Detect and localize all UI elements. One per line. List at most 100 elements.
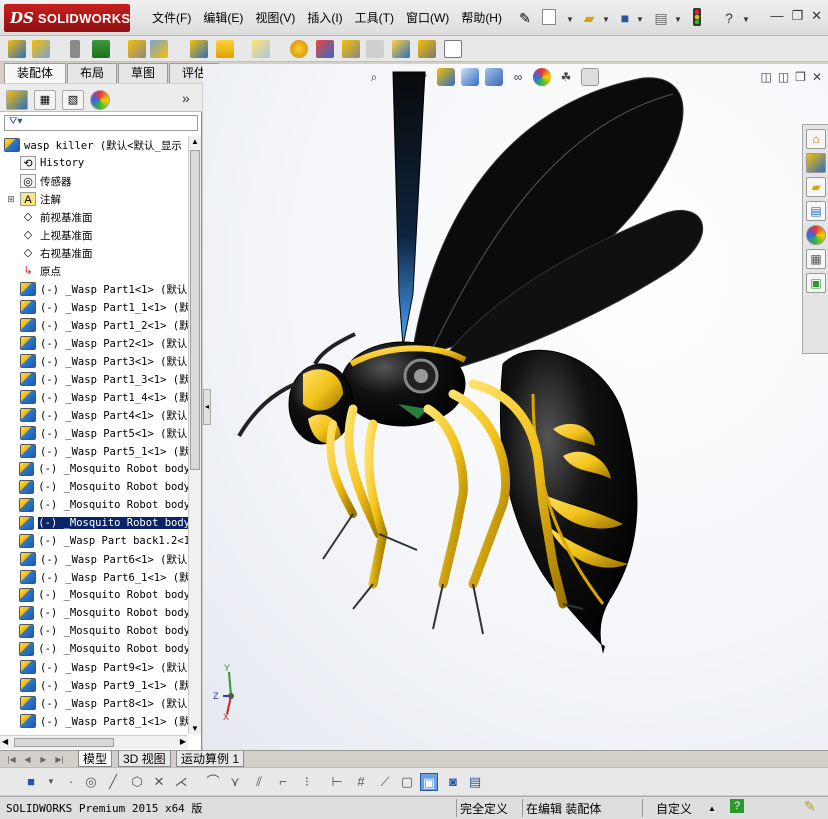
tree-node[interactable]: ◎ 传感器 <box>0 172 188 190</box>
tree-node[interactable]: (-) _Wasp Part1_4<1> (默 <box>0 388 188 406</box>
exploded-view-icon[interactable] <box>342 40 360 58</box>
interference-detection-icon[interactable] <box>392 40 410 58</box>
assembly-features-icon[interactable] <box>216 40 234 58</box>
expand-panel-icon[interactable]: » <box>182 90 190 106</box>
chevron-down-icon[interactable]: ▼ <box>742 15 750 24</box>
line-icon[interactable]: ╱ <box>104 773 122 791</box>
scroll-thumb[interactable] <box>14 738 114 747</box>
tree-node[interactable]: (-) _Mosquito Robot body <box>0 478 188 496</box>
expand-toggle[interactable]: ⊞ <box>6 194 16 205</box>
tree-node[interactable]: (-) _Mosquito Robot body <box>0 622 188 640</box>
notification-icon[interactable]: ✎ <box>804 798 816 815</box>
corner-icon[interactable]: ⌐ <box>274 773 292 791</box>
tab-layout[interactable]: 布局 <box>67 63 118 83</box>
menu-item-1[interactable]: 编辑(E) <box>197 9 249 26</box>
tree-node[interactable]: (-) _Wasp Part8<1> (默认 <box>0 694 188 712</box>
chevron-down-icon[interactable]: ▼ <box>42 773 60 791</box>
menu-item-5[interactable]: 窗口(W) <box>400 9 455 26</box>
shaded-display-icon[interactable]: ▣ <box>420 773 438 791</box>
display-manager-icon[interactable] <box>90 90 110 110</box>
chevron-down-icon[interactable]: ▼ <box>674 15 682 24</box>
tab-motion-study[interactable]: 运动算例 1 <box>176 751 245 767</box>
first-tab-icon[interactable]: |◀ <box>6 753 17 766</box>
tree-node[interactable]: (-) _Wasp Part9_1<1> (默 <box>0 676 188 694</box>
camera-icon[interactable]: ◙ <box>444 773 462 791</box>
tree-node[interactable]: (-) _Wasp Part1_3<1> (默 <box>0 370 188 388</box>
dimension-icon[interactable]: ⊢ <box>328 773 346 791</box>
trim-icon[interactable]: ✕ <box>150 773 168 791</box>
wasp-model-render[interactable] <box>203 64 828 750</box>
move-component-icon[interactable] <box>150 40 168 58</box>
tree-node[interactable]: (-) _Wasp Part8_1<1> (默 <box>0 712 188 730</box>
tree-node[interactable]: ◇ 上视基准面 <box>0 226 188 244</box>
tree-node[interactable]: ⊞ A 注解 <box>0 190 188 208</box>
tree-node[interactable]: ◇ 前视基准面 <box>0 208 188 226</box>
tree-node[interactable]: ⟲ History <box>0 154 188 172</box>
extend-icon[interactable]: ⋌ <box>172 773 190 791</box>
bill-of-materials-icon[interactable] <box>316 40 334 58</box>
solidworks-forum-icon[interactable]: ▣ <box>806 273 826 293</box>
close-icon[interactable]: ✕ <box>811 8 822 24</box>
box-icon[interactable]: ▢ <box>398 773 416 791</box>
tree-node[interactable]: (-) _Wasp Part9<1> (默认 <box>0 658 188 676</box>
view-palette-icon[interactable]: ▤ <box>806 201 826 221</box>
scroll-left-icon[interactable]: ◀ <box>2 737 8 746</box>
new-motion-study-icon[interactable] <box>290 40 308 58</box>
tree-node[interactable]: (-) _Mosquito Robot body <box>0 514 188 532</box>
new-document-icon[interactable] <box>542 9 556 25</box>
scroll-down-icon[interactable]: ▼ <box>191 724 199 733</box>
reference-geometry-icon[interactable] <box>252 40 270 58</box>
tree-node[interactable]: (-) _Wasp Part5<1> (默认 <box>0 424 188 442</box>
tree-node[interactable]: (-) _Mosquito Robot body <box>0 604 188 622</box>
scroll-thumb[interactable] <box>190 150 200 470</box>
appearances-icon[interactable] <box>806 225 826 245</box>
tree-node[interactable]: (-) _Wasp Part6<1> (默认 <box>0 550 188 568</box>
chevron-up-icon[interactable]: ▲ <box>708 804 716 813</box>
tree-node[interactable]: (-) _Wasp Part4<1> (默认 <box>0 406 188 424</box>
tab-model[interactable]: 模型 <box>78 751 113 767</box>
print-icon[interactable]: ▤ <box>652 9 670 27</box>
menu-item-0[interactable]: 文件(F) <box>146 9 197 26</box>
chevron-down-icon[interactable]: ▼ <box>602 15 610 24</box>
tree-node[interactable]: (-) _Wasp Part1_2<1> (默 <box>0 316 188 334</box>
tree-node[interactable]: (-) _Mosquito Robot body <box>0 586 188 604</box>
home-icon[interactable]: ⌂ <box>806 129 826 149</box>
menu-item-3[interactable]: 插入(I) <box>301 9 348 26</box>
solidworks-logo[interactable]: DS SOLIDWORKS <box>4 4 130 32</box>
chevron-down-icon[interactable]: ▼ <box>636 15 644 24</box>
smart-fasteners-icon[interactable] <box>128 40 146 58</box>
pin-icon[interactable]: ✎ <box>516 9 534 27</box>
tree-node[interactable]: (-) _Wasp Part6_1<1> (默 <box>0 568 188 586</box>
design-library-icon[interactable] <box>806 153 826 173</box>
rebuild-traffic-light-icon[interactable] <box>688 8 706 26</box>
insert-component-icon[interactable] <box>8 40 26 58</box>
perspective-icon[interactable]: ⟋ <box>376 773 394 791</box>
show-hidden-icon[interactable] <box>190 40 208 58</box>
minimize-icon[interactable]: — <box>770 8 783 24</box>
mate-icon[interactable] <box>70 40 80 58</box>
chamfer-icon[interactable]: ⋎ <box>226 773 244 791</box>
instant3d-icon[interactable] <box>418 40 436 58</box>
file-explorer-icon[interactable]: ▰ <box>806 177 826 197</box>
tree-root[interactable]: wasp killer (默认<默认_显示 <box>0 136 188 154</box>
fillet-icon[interactable]: ⌒ <box>204 773 222 791</box>
configuration-manager-icon[interactable]: ▧ <box>62 90 84 110</box>
grid-icon[interactable]: # <box>352 773 370 791</box>
circle-icon[interactable]: ◎ <box>82 773 100 791</box>
custom-properties-icon[interactable]: ▦ <box>806 249 826 269</box>
tab-3d-views[interactable]: 3D 视图 <box>118 751 171 767</box>
restore-icon[interactable]: ❐ <box>791 8 803 24</box>
tree-vertical-scrollbar[interactable]: ▲ ▼ <box>188 136 201 734</box>
snapshot-icon[interactable] <box>444 40 462 58</box>
scroll-right-icon[interactable]: ▶ <box>180 737 186 746</box>
tree-horizontal-scrollbar[interactable]: ◀ ▶ <box>0 735 188 749</box>
tree-node[interactable]: (-) _Mosquito Robot body <box>0 640 188 658</box>
tab-sketch[interactable]: 草图 <box>118 63 169 83</box>
menu-item-4[interactable]: 工具(T) <box>349 9 400 26</box>
save-icon[interactable]: ■ <box>22 773 40 791</box>
last-tab-icon[interactable]: ▶| <box>54 753 65 766</box>
tree-node[interactable]: ↳ 原点 <box>0 262 188 280</box>
tree-node[interactable]: ◇ 右视基准面 <box>0 244 188 262</box>
scroll-up-icon[interactable]: ▲ <box>191 137 199 146</box>
open-folder-icon[interactable]: ▰ <box>580 9 598 27</box>
